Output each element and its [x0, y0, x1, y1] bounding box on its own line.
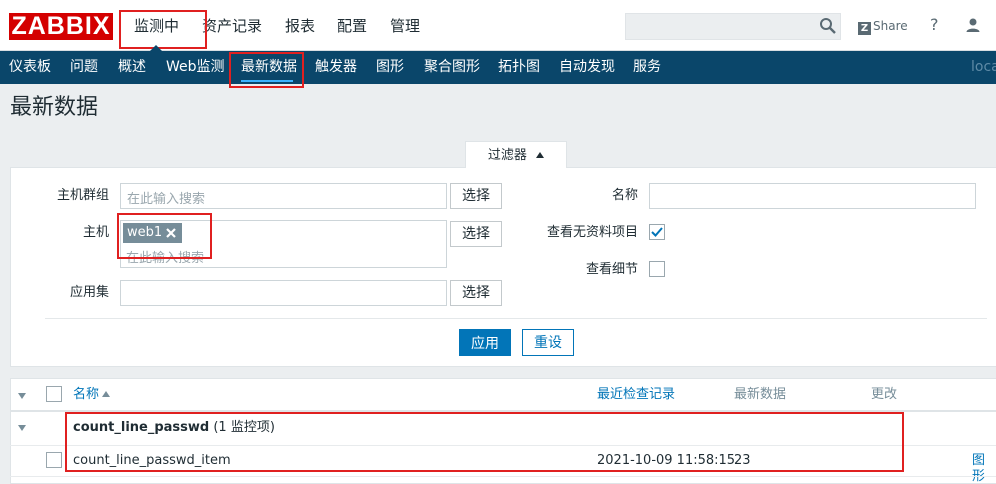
highlight-host-tag: [117, 213, 212, 259]
application-input[interactable]: [120, 280, 447, 306]
highlight-monitoring: [119, 10, 207, 49]
share-z-icon: Z: [858, 22, 871, 35]
nav-graphs[interactable]: 图形: [376, 59, 404, 76]
reset-button[interactable]: 重设: [522, 329, 574, 356]
item-checkbox[interactable]: [46, 452, 62, 468]
share-button[interactable]: Z Share: [858, 18, 908, 35]
name-label: 名称: [611, 188, 638, 203]
menu-inventory[interactable]: 资产记录: [202, 16, 262, 36]
highlight-group-rows: [65, 412, 904, 472]
nav-web[interactable]: Web监测: [166, 59, 225, 76]
select-all-checkbox[interactable]: [46, 386, 62, 402]
nav-overview[interactable]: 概述: [118, 59, 146, 76]
apply-button[interactable]: 应用: [459, 329, 511, 356]
user-profile-icon[interactable]: [965, 17, 981, 33]
host-group-placeholder: 在此输入搜索: [127, 192, 206, 207]
page-title: 最新数据: [10, 95, 99, 120]
share-label: Share: [873, 19, 908, 33]
caret-up-icon: [536, 152, 545, 158]
header-name[interactable]: 名称: [73, 387, 111, 403]
host-label: 主机: [82, 225, 109, 240]
name-input[interactable]: [649, 183, 976, 209]
host-select-button[interactable]: 选择: [450, 221, 502, 247]
checkmark-icon: [651, 227, 663, 237]
filter-tab-label: 过滤器: [487, 148, 527, 163]
row-divider: [10, 476, 996, 477]
help-icon[interactable]: ?: [930, 15, 939, 34]
nav-maps[interactable]: 拓扑图: [498, 59, 540, 76]
nav-problems[interactable]: 问题: [70, 59, 98, 76]
host-group-label: 主机群组: [56, 188, 109, 203]
sort-asc-icon: [102, 391, 111, 397]
nav-dashboard[interactable]: 仪表板: [9, 59, 51, 76]
application-label: 应用集: [69, 285, 109, 300]
header-last-check[interactable]: 最近检查记录: [597, 387, 675, 403]
nav-discovery[interactable]: 自动发现: [559, 59, 615, 76]
filter-tab[interactable]: 过滤器: [465, 141, 567, 168]
menu-reports[interactable]: 报表: [285, 16, 315, 36]
application-select-button[interactable]: 选择: [450, 280, 502, 306]
show-no-data-checkbox[interactable]: [649, 224, 665, 240]
highlight-latest-data: [229, 52, 304, 88]
item-graph-link[interactable]: 图形: [972, 453, 996, 484]
header-last-value: 最新数据: [734, 387, 787, 402]
header-name-label: 名称: [73, 387, 100, 402]
show-no-data-label: 查看无资料项目: [546, 225, 638, 240]
nav-triggers[interactable]: 触发器: [315, 59, 357, 76]
menu-administration[interactable]: 管理: [390, 16, 420, 36]
zabbix-logo[interactable]: ZABBIX: [9, 13, 113, 40]
filter-divider: [45, 318, 987, 319]
menu-configuration[interactable]: 配置: [337, 16, 367, 36]
header-change: 更改: [871, 387, 898, 402]
host-group-input[interactable]: 在此输入搜索: [120, 183, 447, 209]
show-details-label: 查看细节: [585, 262, 638, 277]
search-icon[interactable]: [819, 17, 837, 35]
collapse-group-icon[interactable]: [18, 425, 26, 431]
collapse-all-icon[interactable]: [18, 393, 26, 399]
global-search-input[interactable]: [625, 13, 841, 40]
nav-services[interactable]: 服务: [633, 59, 661, 76]
nav-local-text: loca: [971, 59, 996, 75]
host-group-select-button[interactable]: 选择: [450, 183, 502, 209]
nav-screens[interactable]: 聚合图形: [424, 59, 480, 76]
show-details-checkbox[interactable]: [649, 261, 665, 277]
